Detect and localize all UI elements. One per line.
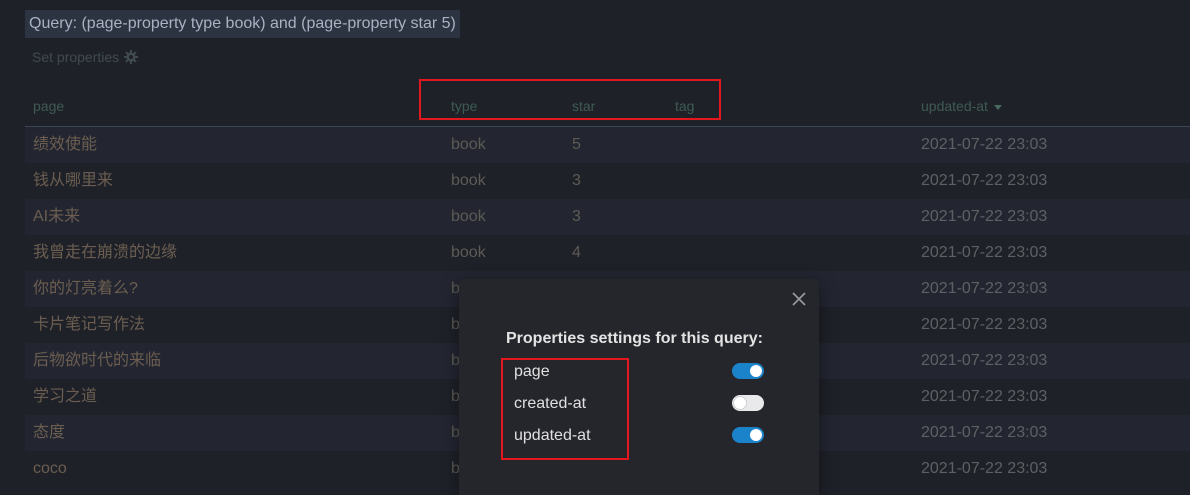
cell-page[interactable]: coco	[33, 451, 67, 487]
cell-type: book	[451, 208, 486, 225]
cell-updated-at: 2021-07-22 23:03	[921, 460, 1048, 477]
cell-page[interactable]: 钱从哪里来	[33, 163, 113, 199]
close-icon[interactable]	[791, 291, 807, 307]
table-row: AI未来 book 3 2021-07-22 23:03	[25, 199, 1190, 235]
cell-star: 3	[572, 208, 581, 225]
cell-type: book	[451, 172, 486, 189]
cell-page[interactable]: 态度	[33, 415, 65, 451]
cell-updated-at: 2021-07-22 23:03	[921, 352, 1048, 369]
modal-title: Properties settings for this query:	[506, 330, 763, 347]
toggle-knob	[734, 397, 746, 409]
cell-updated-at: 2021-07-22 23:03	[921, 208, 1048, 225]
table-row: 钱从哪里来 book 3 2021-07-22 23:03	[25, 163, 1190, 199]
cell-page[interactable]: 后物欲时代的来临	[33, 343, 161, 379]
cell-updated-at: 2021-07-22 23:03	[921, 280, 1048, 297]
column-header-tag[interactable]: tag	[675, 96, 694, 116]
cell-updated-at: 2021-07-22 23:03	[921, 244, 1048, 261]
column-header-star[interactable]: star	[572, 96, 595, 116]
column-header-page[interactable]: page	[33, 96, 64, 116]
toggle-knob	[750, 429, 762, 441]
property-toggle[interactable]	[732, 395, 764, 411]
table-row: 我曾走在崩溃的边缘 book 4 2021-07-22 23:03	[25, 235, 1190, 271]
table-header: page type star tag updated-at	[25, 88, 1190, 127]
cell-type: book	[451, 244, 486, 261]
set-properties-button[interactable]: Set properties	[32, 47, 139, 67]
property-row: created-at	[514, 392, 764, 416]
cell-page[interactable]: 学习之道	[33, 379, 97, 415]
cell-page[interactable]: 我曾走在崩溃的边缘	[33, 235, 177, 271]
property-row: page	[514, 360, 764, 384]
cell-star: 5	[572, 136, 581, 153]
cell-star: 3	[572, 172, 581, 189]
toggle-knob	[750, 365, 762, 377]
cell-page[interactable]: 卡片笔记写作法	[33, 307, 145, 343]
property-toggle[interactable]	[732, 427, 764, 443]
property-label: page	[514, 363, 550, 380]
cell-updated-at: 2021-07-22 23:03	[921, 172, 1048, 189]
query-title: Query: (page-property type book) and (pa…	[25, 10, 460, 38]
property-label: updated-at	[514, 427, 591, 444]
property-label: created-at	[514, 395, 587, 412]
column-header-type[interactable]: type	[451, 96, 477, 116]
table-row: 绩效使能 book 5 2021-07-22 23:03	[25, 127, 1190, 163]
column-header-updated-at-label: updated-at	[921, 98, 988, 114]
set-properties-label: Set properties	[32, 49, 120, 65]
properties-settings-modal: Properties settings for this query: page…	[459, 279, 819, 495]
cell-page[interactable]: 绩效使能	[33, 127, 97, 163]
property-toggle[interactable]	[732, 363, 764, 379]
caret-down-icon	[993, 104, 1002, 110]
cell-page[interactable]: 你的灯亮着么?	[33, 271, 138, 307]
query-results-page: Query: (page-property type book) and (pa…	[0, 0, 1190, 495]
property-row: updated-at	[514, 424, 764, 448]
gear-icon[interactable]	[123, 49, 139, 65]
cell-page[interactable]: AI未来	[33, 199, 80, 235]
cell-updated-at: 2021-07-22 23:03	[921, 388, 1048, 405]
cell-type: book	[451, 136, 486, 153]
cell-star: 4	[572, 244, 581, 261]
cell-updated-at: 2021-07-22 23:03	[921, 424, 1048, 441]
cell-updated-at: 2021-07-22 23:03	[921, 136, 1048, 153]
column-header-updated-at[interactable]: updated-at	[921, 96, 1002, 116]
cell-updated-at: 2021-07-22 23:03	[921, 316, 1048, 333]
